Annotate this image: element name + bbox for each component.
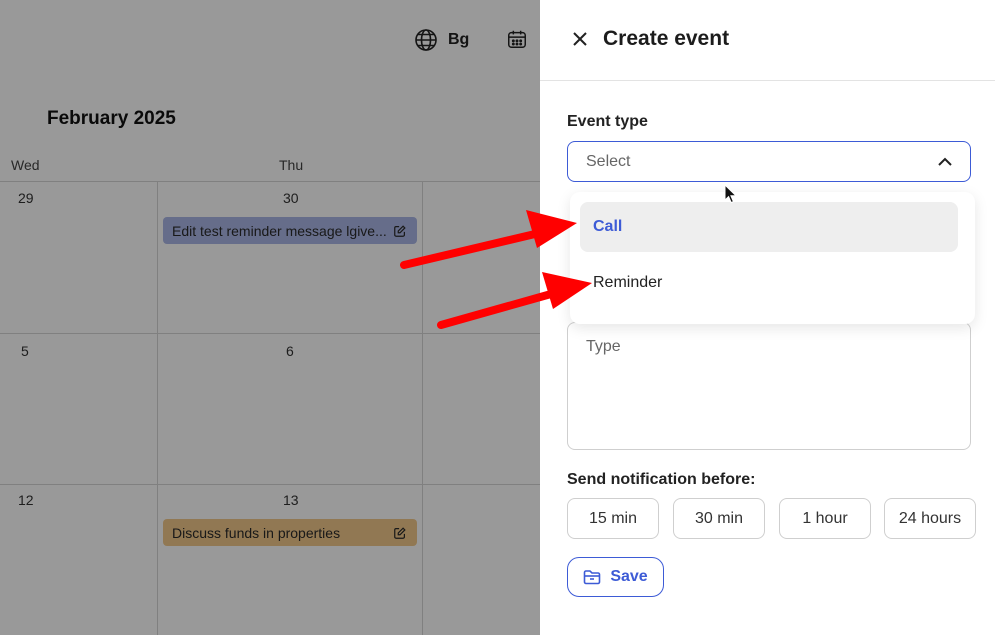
folder-icon bbox=[584, 570, 601, 585]
save-label: Save bbox=[610, 568, 648, 585]
event-type-dropdown: Call Reminder bbox=[570, 192, 975, 324]
notify-15-min-button[interactable]: 15 min bbox=[567, 498, 659, 539]
type-textarea[interactable] bbox=[567, 322, 971, 450]
select-placeholder: Select bbox=[586, 152, 631, 170]
mouse-cursor-icon bbox=[724, 184, 738, 204]
chevron-up-icon bbox=[938, 157, 952, 166]
notification-options: 15 min 30 min 1 hour 24 hours bbox=[567, 498, 977, 539]
notify-24-hours-button[interactable]: 24 hours bbox=[884, 498, 976, 539]
create-event-panel: Create event Event type Select Call Remi… bbox=[540, 0, 995, 635]
option-reminder[interactable]: Reminder bbox=[580, 258, 958, 308]
option-call[interactable]: Call bbox=[580, 202, 958, 252]
panel-header: Create event bbox=[540, 0, 995, 81]
notify-30-min-button[interactable]: 30 min bbox=[673, 498, 765, 539]
event-type-label: Event type bbox=[567, 113, 648, 130]
event-type-select[interactable]: Select bbox=[567, 141, 971, 182]
save-button[interactable]: Save bbox=[567, 557, 664, 597]
panel-title: Create event bbox=[603, 27, 730, 50]
notify-1-hour-button[interactable]: 1 hour bbox=[779, 498, 871, 539]
close-icon[interactable] bbox=[570, 29, 590, 49]
notification-label: Send notification before: bbox=[567, 471, 756, 488]
